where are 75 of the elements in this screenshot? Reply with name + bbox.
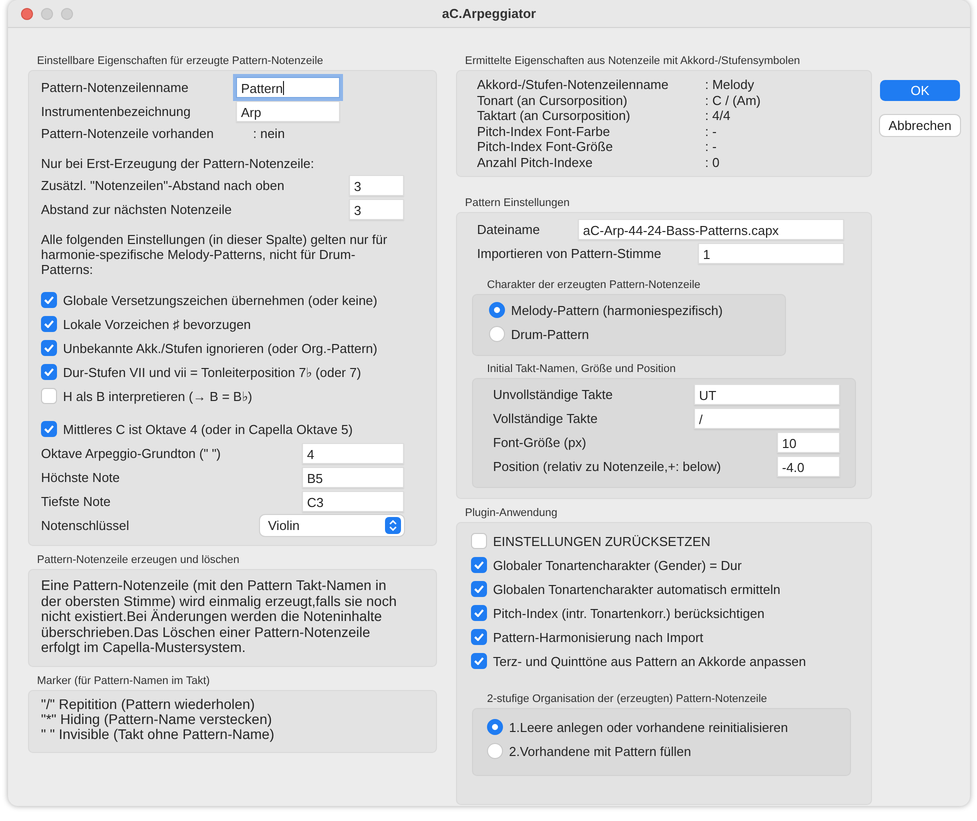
text-field[interactable]: Arp bbox=[236, 100, 340, 122]
info-value: : 0 bbox=[705, 154, 720, 170]
field-label: Font-Größe (px) bbox=[493, 434, 588, 450]
checkbox-label[interactable]: Mittleres C ist Oktave 4 (oder in Capella Oktave 5) bbox=[63, 422, 353, 436]
info-value: : C / (Am) bbox=[705, 92, 761, 108]
text-field[interactable]: C3 bbox=[302, 490, 404, 512]
group-title: Charakter der erzeugten Pattern-Notenzeile bbox=[486, 279, 702, 292]
text-field[interactable]: -4.0 bbox=[777, 456, 840, 476]
field-label: Oktave Arpeggio-Grundton (" ") bbox=[41, 446, 222, 460]
info-label: Pattern-Notenzeile vorhanden bbox=[41, 125, 215, 143]
group-title: 2-stufige Organisation der (erzeugten) Pattern-Notenzeile bbox=[486, 693, 768, 706]
info-value: : 4/4 bbox=[705, 108, 730, 124]
field-label: Pattern-Notenzeilenname bbox=[41, 80, 190, 94]
text-field[interactable]: 10 bbox=[777, 432, 840, 452]
info-label: Anzahl Pitch-Indexe bbox=[477, 154, 594, 170]
group-title: Pattern-Notenzeile erzeugen und löschen bbox=[36, 554, 240, 567]
info-value: : Melody bbox=[705, 77, 754, 92]
dropdown[interactable]: Violin bbox=[260, 514, 404, 536]
group-title: Ermittelte Eigenschaften aus Notenzeile mit Akkord-/Stufensymbolen bbox=[464, 55, 802, 68]
field-label: Abstand zur nächsten Notenzeile bbox=[41, 202, 233, 216]
info-label: Pitch-Index Font-Größe bbox=[477, 139, 614, 154]
field-label: Dateiname bbox=[477, 222, 541, 236]
description-text: " " Invisible (Takt ohne Pattern-Name) bbox=[41, 726, 276, 742]
checkbox-label[interactable]: Globale Versetzungszeichen übernehmen (oder keine) bbox=[63, 292, 378, 308]
field-label: Zusätzl. "Notenzeilen"-Abstand nach oben bbox=[41, 178, 286, 192]
checkbox-label[interactable]: Pattern-Harmonisierung nach Import bbox=[493, 630, 704, 644]
text-field[interactable]: 4 bbox=[302, 442, 404, 464]
field-label: Instrumentenbezeichnung bbox=[41, 104, 192, 118]
text-field[interactable]: UT bbox=[694, 384, 840, 404]
description-text: "*" Hiding (Pattern-Name verstecken) bbox=[41, 712, 273, 726]
window-title: aC.Arpeggiator bbox=[442, 6, 536, 21]
field-label: Importieren von Pattern-Stimme bbox=[477, 246, 662, 260]
ok-button[interactable]: OK bbox=[880, 80, 960, 101]
radio-label[interactable]: Melody-Pattern (harmoniespezifisch) bbox=[511, 302, 723, 318]
group-title: Einstellbare Eigenschaften für erzeugte Pattern-Notenzeile bbox=[36, 55, 324, 68]
group-title: Plugin-Anwendung bbox=[464, 507, 558, 520]
radio-label[interactable]: 1.Leere anlegen oder vorhandene reinitialisieren bbox=[509, 720, 788, 734]
checkbox-label[interactable]: Lokale Vorzeichen ♯ bevorzugen bbox=[63, 316, 251, 332]
checkbox-label[interactable]: Unbekannte Akk./Stufen ignorieren (oder Org.-Pattern) bbox=[63, 340, 378, 356]
description-text: "/" Repitition (Pattern wiederholen) bbox=[41, 696, 256, 712]
checkbox-label[interactable]: Globalen Tonartencharakter automatisch ermitteln bbox=[493, 582, 780, 596]
text-field[interactable]: 3 bbox=[349, 198, 404, 220]
info-value: : - bbox=[705, 124, 717, 139]
text-field[interactable]: 1 bbox=[698, 242, 844, 264]
field-label: Unvollständige Takte bbox=[493, 386, 614, 402]
info-value: : - bbox=[705, 139, 717, 154]
checkbox-label[interactable]: Globaler Tonartencharakter (Gender) = Dur bbox=[493, 558, 742, 572]
checkbox-label[interactable]: EINSTELLUNGEN ZURÜCKSETZEN bbox=[493, 534, 710, 548]
info-value: : nein bbox=[253, 125, 285, 143]
group-title: Initial Takt-Namen, Größe und Position bbox=[486, 363, 677, 376]
info-label: Taktart (an Cursorposition) bbox=[477, 108, 632, 124]
info-label: Tonart (an Cursorposition) bbox=[477, 92, 628, 108]
text-field[interactable]: B5 bbox=[302, 466, 404, 488]
field-label: Tiefste Note bbox=[41, 494, 112, 508]
field-label: Höchste Note bbox=[41, 470, 121, 484]
description-text: Alle folgenden Einstellungen (in dieser Spalte) gelten nur für harmonie-spezifische Melody-Patterns, nicht für Drum-Patterns: bbox=[41, 231, 388, 279]
radio-label[interactable]: 2.Vorhandene mit Pattern füllen bbox=[509, 744, 692, 758]
checkbox-label[interactable]: Dur-Stufen VII und vii = Tonleiterposition 7♭ (oder 7) bbox=[63, 364, 362, 380]
checkbox-label[interactable]: Pitch-Index (intr. Tonartenkorr.) berücksichtigen bbox=[493, 606, 764, 620]
field-label: Notenschlüssel bbox=[41, 518, 130, 532]
description-text: Nur bei Erst-Erzeugung der Pattern-Notenzeile: bbox=[41, 155, 316, 173]
cancel-button[interactable]: Abbrechen bbox=[880, 115, 960, 136]
text-field[interactable]: aC-Arp-44-24-Bass-Patterns.capx bbox=[578, 218, 844, 240]
group-title: Pattern Einstellungen bbox=[464, 197, 571, 210]
text-field[interactable]: / bbox=[694, 408, 840, 428]
field-label: Vollständige Takte bbox=[493, 410, 599, 426]
info-label: Akkord-/Stufen-Notenzeilenname bbox=[477, 77, 670, 92]
description-text: Eine Pattern-Notenzeile (mit den Pattern Takt-Namen in der obersten Stimme) wird einmalig erzeugt,falls sie noch nicht existiert.Bei Änderungen werden die Noteninhalte überschrieben.Das Löschen einer Pattern-Notenzeile erfolgt im Capella-Mustersystem. bbox=[41, 576, 398, 657]
text-field[interactable]: 3 bbox=[349, 174, 404, 196]
group-title: Marker (für Pattern-Namen im Takt) bbox=[36, 674, 211, 688]
radio-label[interactable]: Drum-Pattern bbox=[511, 326, 590, 342]
info-label: Pitch-Index Font-Farbe bbox=[477, 124, 611, 139]
field-label: Position (relativ zu Notenzeile,+: below) bbox=[493, 458, 722, 474]
checkbox-label[interactable]: Terz- und Quinttöne aus Pattern an Akkorde anpassen bbox=[493, 654, 806, 668]
checkbox-label[interactable]: H als B interpretieren (→ B = B♭) bbox=[63, 388, 252, 404]
